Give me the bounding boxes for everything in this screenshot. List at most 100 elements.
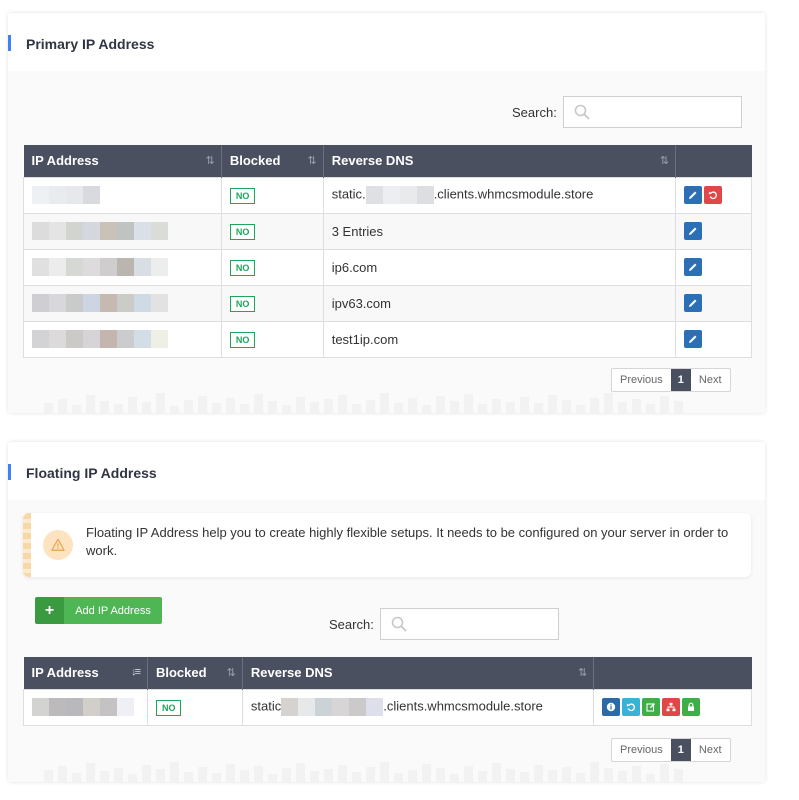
warning-icon — [43, 530, 73, 560]
floating-ip-table: IP Address ↓≡ Blocked ⇅ Reverse DNS ⇅ NO st… — [23, 657, 752, 726]
pencil-icon — [689, 227, 697, 235]
add-ip-address-button[interactable]: + Add IP Address — [35, 597, 162, 624]
actions-cell — [675, 212, 752, 250]
rdns-cell: ip6.com — [322, 248, 677, 286]
table-row: NO test1ip.com — [23, 320, 752, 358]
column-ip-address[interactable]: IP Address ↓≡ — [23, 657, 148, 689]
sort-icon: ⇅ — [205, 155, 215, 167]
notice-wave-border — [23, 513, 31, 577]
edit-note-button[interactable] — [642, 698, 661, 716]
plus-icon: + — [35, 597, 64, 624]
redacted-ip — [32, 186, 213, 204]
lock-icon — [688, 702, 695, 711]
search-box — [562, 96, 742, 128]
ip-cell — [23, 176, 222, 214]
blocked-badge: NO — [229, 223, 256, 240]
redacted-ip — [32, 222, 213, 240]
column-blocked[interactable]: Blocked ⇅ — [221, 145, 324, 177]
rdns-cell: 3 Entries — [322, 212, 677, 250]
column-reverse-dns[interactable]: Reverse DNS ⇅ — [323, 145, 677, 177]
search-input[interactable] — [380, 609, 558, 639]
pagination-previous[interactable]: Previous — [612, 739, 671, 761]
redacted-rdns — [281, 698, 384, 716]
blocked-cell: NO — [220, 248, 324, 286]
table-row: NO 3 Entries — [23, 212, 752, 250]
actions-cell — [675, 320, 752, 358]
primary-ip-body: Search: IP Address ⇅ Blocked ⇅ Reverse DNS… — [8, 71, 765, 413]
floating-ip-notice: Floating IP Address help you to create h… — [23, 513, 751, 577]
search-label: Search: — [512, 104, 557, 120]
edit-button[interactable] — [684, 258, 703, 276]
pagination-previous[interactable]: Previous — [612, 369, 671, 391]
rdns-prefix: static. — [331, 186, 366, 202]
redacted-ip — [32, 330, 213, 348]
rdns-text: ip6.com — [331, 259, 378, 275]
table-row: NO ipv63.com — [23, 284, 752, 322]
edit-button[interactable] — [684, 294, 703, 312]
ip-cell — [23, 284, 222, 322]
search-box — [379, 608, 559, 640]
column-reverse-dns[interactable]: Reverse DNS ⇅ — [242, 657, 595, 689]
redacted-ip — [32, 698, 139, 716]
column-ip-address[interactable]: IP Address ⇅ — [23, 145, 222, 177]
search-input[interactable] — [563, 97, 741, 127]
blocked-badge: NO — [229, 259, 256, 276]
edit-button[interactable] — [684, 330, 703, 348]
undo-icon — [708, 191, 718, 200]
rdns-text: ipv63.com — [331, 295, 391, 311]
notice-message: Floating IP Address help you to create h… — [86, 525, 729, 558]
rdns-cell: static .clients.whmcsmodule.store — [241, 688, 595, 726]
rdns-prefix: static — [250, 698, 282, 714]
table-row: NO ip6.com — [23, 248, 752, 286]
rdns-cell: static. .clients.whmcsmodule.store — [322, 176, 677, 214]
sort-icon: ⇅ — [659, 155, 669, 167]
search-label: Search: — [329, 616, 374, 632]
ip-cell — [23, 320, 222, 358]
lock-button[interactable] — [682, 698, 701, 716]
pagination-next[interactable]: Next — [691, 369, 730, 391]
edit-button[interactable] — [684, 222, 703, 240]
actions-cell — [675, 176, 752, 214]
floating-pagination: Previous 1 Next — [611, 738, 731, 762]
primary-ip-title: Primary IP Address — [26, 36, 155, 52]
network-button[interactable] — [662, 698, 681, 716]
redacted-rdns — [365, 186, 434, 204]
blocked-badge: NO — [229, 331, 256, 348]
reset-button[interactable] — [704, 186, 723, 204]
sitemap-icon — [666, 702, 676, 712]
edit-button[interactable] — [684, 186, 703, 204]
column-blocked[interactable]: Blocked ⇅ — [147, 657, 243, 689]
sort-icon: ⇅ — [307, 155, 317, 167]
sort-ascending-icon: ↓≡ — [131, 666, 141, 678]
info-button[interactable] — [602, 698, 621, 716]
floating-ip-panel: Floating IP Address Floating IP Address … — [8, 442, 765, 782]
pagination-page-1[interactable]: 1 — [670, 739, 691, 761]
table-row: NO static. .clients.whmcsmodule.store — [23, 176, 752, 214]
search-icon — [391, 616, 407, 632]
rdns-text: 3 Entries — [331, 223, 384, 239]
actions-cell — [675, 248, 752, 286]
column-actions — [675, 145, 752, 177]
column-actions — [593, 657, 752, 689]
sort-icon: ⇅ — [226, 667, 236, 679]
blocked-cell: NO — [220, 320, 324, 358]
rdns-suffix: .clients.whmcsmodule.store — [433, 186, 594, 202]
table-header-row: IP Address ↓≡ Blocked ⇅ Reverse DNS ⇅ — [23, 657, 752, 689]
decorative-bars — [44, 391, 729, 413]
actions-cell — [593, 688, 752, 726]
pagination-page-1[interactable]: 1 — [670, 369, 691, 391]
table-row: NO static .clients.whmcsmodule.store — [23, 688, 752, 726]
edit-square-icon — [646, 703, 656, 712]
blocked-cell: NO — [220, 176, 324, 214]
blocked-cell: NO — [220, 212, 324, 250]
blocked-cell: NO — [146, 688, 243, 726]
pagination-next[interactable]: Next — [691, 739, 730, 761]
sort-icon: ⇅ — [578, 667, 587, 679]
table-header-row: IP Address ⇅ Blocked ⇅ Reverse DNS ⇅ — [23, 145, 752, 177]
ip-cell — [23, 688, 148, 726]
primary-search: Search: — [512, 96, 742, 128]
reset-button[interactable] — [622, 698, 641, 716]
redacted-ip — [32, 258, 213, 276]
blocked-badge: NO — [229, 187, 256, 204]
header-accent-bar — [8, 35, 11, 51]
